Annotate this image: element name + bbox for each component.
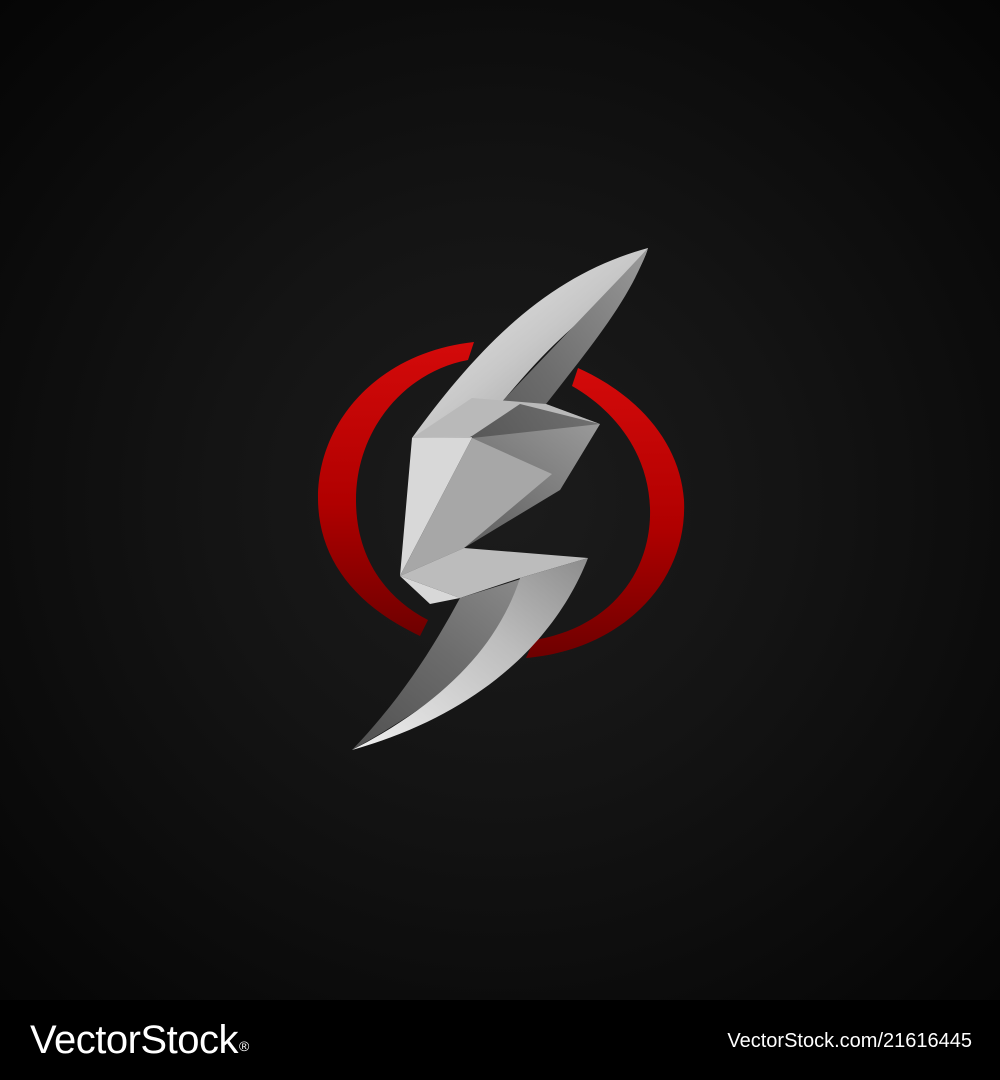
stock-image-canvas: VectorStock® VectorStock.com/21616445	[0, 0, 1000, 1080]
watermark-footer: VectorStock® VectorStock.com/21616445	[0, 1000, 1000, 1080]
image-id-text: VectorStock.com/21616445	[727, 1030, 972, 1052]
brand-logo: VectorStock®	[30, 1016, 249, 1064]
lightning-bolt-logo-icon	[318, 248, 685, 750]
brand-name: VectorStock	[30, 1018, 238, 1062]
registered-mark: ®	[238, 1038, 249, 1054]
artwork-background	[0, 0, 1000, 1000]
